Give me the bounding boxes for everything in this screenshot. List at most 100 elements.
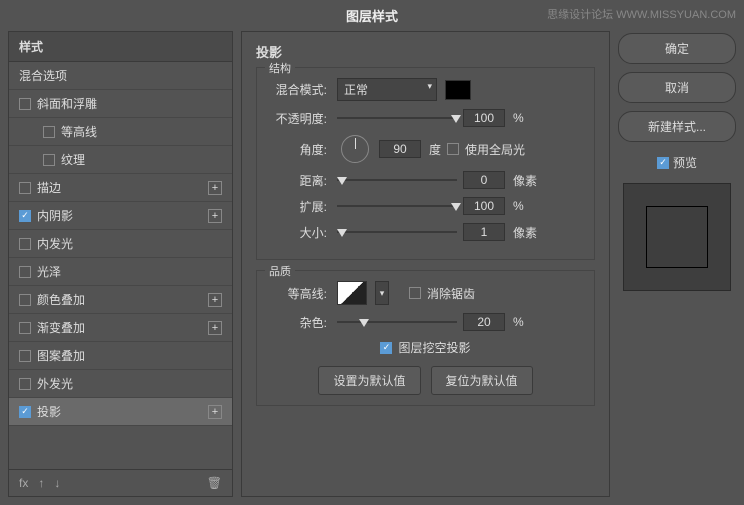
style-label: 内发光 [37, 235, 73, 252]
size-slider[interactable] [337, 225, 457, 239]
size-label: 大小: [267, 224, 327, 241]
style-checkbox[interactable] [19, 350, 31, 362]
distance-slider[interactable] [337, 173, 457, 187]
shadow-color-swatch[interactable] [445, 80, 471, 100]
distance-unit: 像素 [513, 172, 537, 189]
style-label: 纹理 [61, 151, 85, 168]
style-checkbox[interactable]: ✓ [19, 210, 31, 222]
style-row-1[interactable]: 等高线 [9, 118, 232, 146]
blend-mode-select[interactable]: 正常 [337, 78, 437, 101]
add-effect-icon[interactable]: + [208, 181, 222, 195]
preview-label: 预览 [673, 154, 697, 171]
style-row-3[interactable]: 描边 + [9, 174, 232, 202]
style-checkbox[interactable] [19, 98, 31, 110]
angle-input[interactable]: 90 [379, 140, 421, 158]
style-label: 投影 [37, 403, 61, 420]
blending-options-row[interactable]: 混合选项 [9, 62, 232, 90]
noise-slider[interactable] [337, 315, 457, 329]
style-label: 描边 [37, 179, 61, 196]
styles-header: 样式 [9, 32, 232, 62]
style-row-7[interactable]: 颜色叠加 + [9, 286, 232, 314]
contour-dropdown-icon[interactable]: ▾ [375, 281, 389, 305]
style-row-10[interactable]: 外发光 [9, 370, 232, 398]
opacity-input[interactable]: 100 [463, 109, 505, 127]
contour-label: 等高线: [267, 285, 327, 302]
style-row-4[interactable]: ✓ 内阴影 + [9, 202, 232, 230]
settings-panel: 投影 结构 混合模式: 正常 不透明度: 100 % 角度: 90 度 使用全局… [241, 31, 610, 497]
ok-button[interactable]: 确定 [618, 33, 736, 64]
blending-options-label: 混合选项 [19, 67, 67, 84]
style-label: 等高线 [61, 123, 97, 140]
style-label: 图案叠加 [37, 347, 85, 364]
style-checkbox[interactable] [19, 238, 31, 250]
style-row-2[interactable]: 纹理 [9, 146, 232, 174]
knockout-label: 图层挖空投影 [398, 339, 470, 356]
spread-slider[interactable] [337, 199, 457, 213]
style-label: 外发光 [37, 375, 73, 392]
style-row-8[interactable]: 渐变叠加 + [9, 314, 232, 342]
global-light-checkbox[interactable] [447, 143, 459, 155]
angle-label: 角度: [267, 141, 327, 158]
spread-unit: % [513, 199, 524, 213]
style-label: 内阴影 [37, 207, 73, 224]
add-effect-icon[interactable]: + [208, 293, 222, 307]
size-unit: 像素 [513, 224, 537, 241]
up-icon[interactable]: ↑ [38, 476, 44, 490]
reset-default-button[interactable]: 复位为默认值 [431, 366, 533, 395]
antialias-label: 消除锯齿 [427, 285, 475, 302]
opacity-unit: % [513, 111, 524, 125]
knockout-checkbox[interactable]: ✓ [380, 342, 392, 354]
style-row-5[interactable]: 内发光 [9, 230, 232, 258]
make-default-button[interactable]: 设置为默认值 [318, 366, 420, 395]
new-style-button[interactable]: 新建样式... [618, 111, 736, 142]
down-icon[interactable]: ↓ [54, 476, 60, 490]
style-checkbox[interactable] [43, 126, 55, 138]
style-checkbox[interactable] [19, 266, 31, 278]
angle-dial[interactable] [341, 135, 369, 163]
noise-unit: % [513, 315, 524, 329]
styles-footer: fx ↑ ↓ 🗑 [9, 469, 232, 496]
style-checkbox[interactable] [19, 294, 31, 306]
preview-swatch [646, 206, 708, 268]
watermark: 思缘设计论坛 WWW.MISSYUAN.COM [547, 6, 736, 22]
quality-label: 品质 [265, 263, 295, 279]
preview-box [623, 183, 731, 291]
distance-label: 距离: [267, 172, 327, 189]
opacity-slider[interactable] [337, 111, 457, 125]
add-effect-icon[interactable]: + [208, 209, 222, 223]
panel-heading: 投影 [256, 42, 595, 61]
structure-group: 结构 混合模式: 正常 不透明度: 100 % 角度: 90 度 使用全局光 距… [256, 67, 595, 260]
style-checkbox[interactable]: ✓ [19, 406, 31, 418]
style-checkbox[interactable] [19, 378, 31, 390]
spread-input[interactable]: 100 [463, 197, 505, 215]
contour-picker[interactable] [337, 281, 367, 305]
style-row-0[interactable]: 斜面和浮雕 [9, 90, 232, 118]
size-input[interactable]: 1 [463, 223, 505, 241]
preview-checkbox[interactable]: ✓ [657, 157, 669, 169]
dialog-body: 样式 混合选项 斜面和浮雕等高线纹理描边+✓内阴影+内发光光泽颜色叠加+渐变叠加… [0, 31, 744, 505]
angle-unit: 度 [429, 141, 441, 158]
trash-icon[interactable]: 🗑 [207, 476, 222, 490]
style-checkbox[interactable] [19, 322, 31, 334]
styles-panel: 样式 混合选项 斜面和浮雕等高线纹理描边+✓内阴影+内发光光泽颜色叠加+渐变叠加… [8, 31, 233, 497]
quality-group: 品质 等高线: ▾ 消除锯齿 杂色: 20 % ✓ 图层挖空投影 设置为默认值 … [256, 270, 595, 406]
style-row-11[interactable]: ✓ 投影 + [9, 398, 232, 426]
opacity-label: 不透明度: [267, 110, 327, 127]
blend-mode-label: 混合模式: [267, 81, 327, 98]
antialias-checkbox[interactable] [409, 287, 421, 299]
style-row-9[interactable]: 图案叠加 [9, 342, 232, 370]
style-label: 渐变叠加 [37, 319, 85, 336]
cancel-button[interactable]: 取消 [618, 72, 736, 103]
noise-input[interactable]: 20 [463, 313, 505, 331]
action-panel: 确定 取消 新建样式... ✓ 预览 [618, 31, 736, 497]
distance-input[interactable]: 0 [463, 171, 505, 189]
style-row-6[interactable]: 光泽 [9, 258, 232, 286]
fx-icon[interactable]: fx [19, 476, 28, 490]
style-checkbox[interactable] [19, 182, 31, 194]
style-checkbox[interactable] [43, 154, 55, 166]
style-label: 光泽 [37, 263, 61, 280]
noise-label: 杂色: [267, 314, 327, 331]
style-label: 颜色叠加 [37, 291, 85, 308]
add-effect-icon[interactable]: + [208, 405, 222, 419]
add-effect-icon[interactable]: + [208, 321, 222, 335]
